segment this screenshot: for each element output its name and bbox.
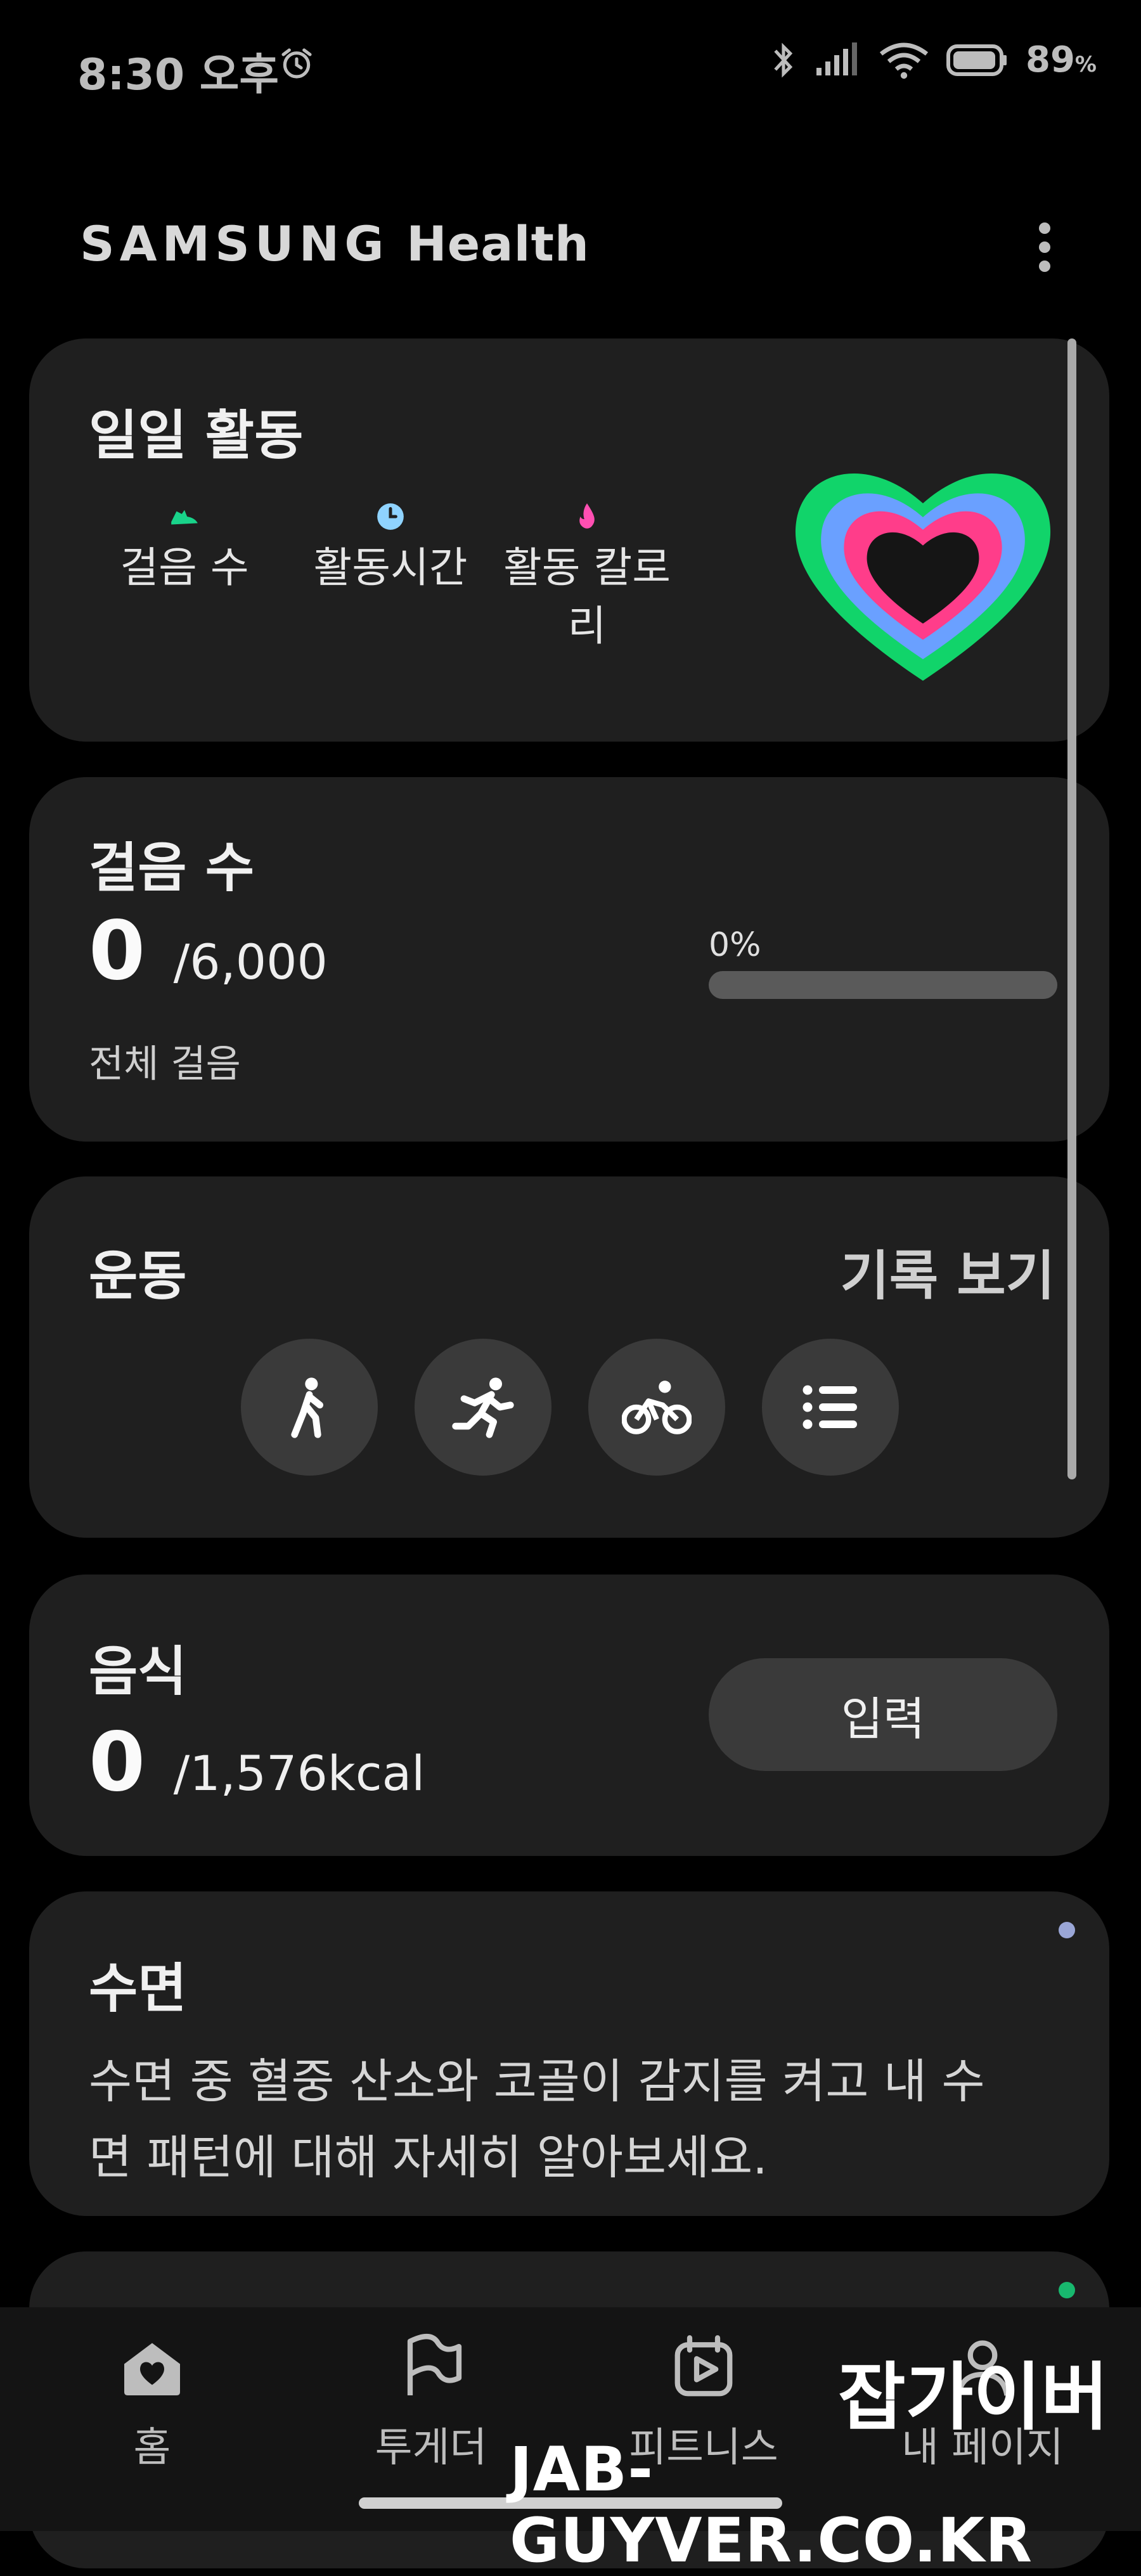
battery-percent: 89% [1025, 39, 1097, 80]
nav-home-label: 홈 [133, 2425, 171, 2471]
bike-icon [622, 1381, 692, 1434]
sleep-description: 수면 중 혈중 산소와 코골이 감지를 켜고 내 수 면 패턴에 대해 자세히 … [89, 2044, 1078, 2196]
clock-icon [377, 503, 404, 530]
food-input-label: 입력 [841, 1692, 925, 1746]
metric-steps: 걸음 수 [99, 501, 270, 597]
alarm-icon [281, 48, 312, 79]
bike-button[interactable] [588, 1339, 725, 1476]
metric-active-time: 활동시간 [283, 501, 498, 597]
food-goal: /1,576kcal [173, 1745, 425, 1801]
list-icon [803, 1385, 857, 1429]
sleep-description-line-1: 수면 중 혈중 산소와 코골이 감지를 켜고 내 수 [89, 2054, 985, 2109]
view-history-link[interactable]: 기록 보기 [841, 1233, 1055, 1310]
food-title: 음식 [89, 1640, 187, 1703]
sleep-new-dot [1059, 1922, 1075, 1938]
metric-active-calories: 활동 칼로 리 [486, 501, 688, 655]
steps-card[interactable]: 걸음 수 0 /6,000 전체 걸음 0% [29, 777, 1109, 1142]
sleep-description-line-2: 면 패턴에 대해 자세히 알아보세요. [89, 2130, 768, 2185]
walk-icon [291, 1377, 323, 1438]
wifi-icon [879, 42, 929, 79]
steps-count: 0 /6,000 [89, 904, 328, 998]
watermark-korean: 잡가이버 [838, 2355, 1109, 2440]
steps-progress-text: 0% [709, 926, 761, 964]
metric-active-calories-label-2: 리 [567, 602, 607, 650]
metric-active-time-label: 활동시간 [313, 543, 468, 592]
steps-sub-label: 전체 걸음 [89, 1042, 241, 1086]
daily-activity-card[interactable]: 일일 활동 걸음 수 활동시간 활동 칼로 리 [29, 338, 1109, 742]
nav-home[interactable]: 홈 [38, 2333, 266, 2473]
steps-title: 걸음 수 [89, 837, 255, 899]
status-icons: 89% [770, 39, 1097, 80]
status-time: 8:30 오후 [77, 50, 279, 100]
status-bar: 8:30 오후 89% [0, 0, 1141, 139]
app-brand: SAMSUNG [80, 216, 389, 272]
exercise-card[interactable]: 운동 기록 보기 [29, 1176, 1109, 1538]
daily-activity-title: 일일 활동 [89, 404, 304, 467]
food-input-button[interactable]: 입력 [709, 1658, 1057, 1771]
steps-progress-bar [709, 971, 1057, 999]
sleep-title: 수면 [89, 1957, 187, 2019]
run-button[interactable] [415, 1339, 551, 1476]
shoe-icon [171, 510, 198, 525]
steps-value: 0 [89, 904, 146, 998]
home-icon [124, 2343, 180, 2395]
watermark-url: JAB-GUYVER.CO.KR [510, 2434, 1033, 2576]
next-card-new-dot [1059, 2282, 1075, 2298]
metric-active-calories-label-1: 활동 칼로 [503, 543, 671, 592]
run-icon [452, 1377, 514, 1438]
more-options-icon[interactable] [1032, 221, 1057, 274]
food-card[interactable]: 음식 0 /1,576kcal 입력 [29, 1575, 1109, 1856]
scrollbar[interactable] [1067, 338, 1076, 1479]
fitness-play-icon [674, 2335, 733, 2397]
app-title: SAMSUNG Health [80, 216, 590, 272]
metric-steps-label: 걸음 수 [120, 543, 249, 592]
steps-goal: /6,000 [173, 934, 328, 990]
exercise-title: 운동 [89, 1245, 187, 1307]
flag-icon [407, 2334, 462, 2395]
food-value: 0 [89, 1715, 146, 1810]
flame-icon [579, 503, 595, 529]
signal-icon [816, 42, 857, 75]
more-exercises-button[interactable] [762, 1339, 899, 1476]
activity-heart-rings[interactable] [777, 440, 1069, 706]
sleep-card[interactable]: 수면 수면 중 혈중 산소와 코골이 감지를 켜고 내 수 면 패턴에 대해 자… [29, 1891, 1109, 2216]
battery-icon [946, 44, 1007, 76]
app-name: Health [406, 216, 590, 272]
walk-button[interactable] [241, 1339, 378, 1476]
bluetooth-icon [774, 42, 793, 78]
food-calories: 0 /1,576kcal [89, 1715, 425, 1810]
